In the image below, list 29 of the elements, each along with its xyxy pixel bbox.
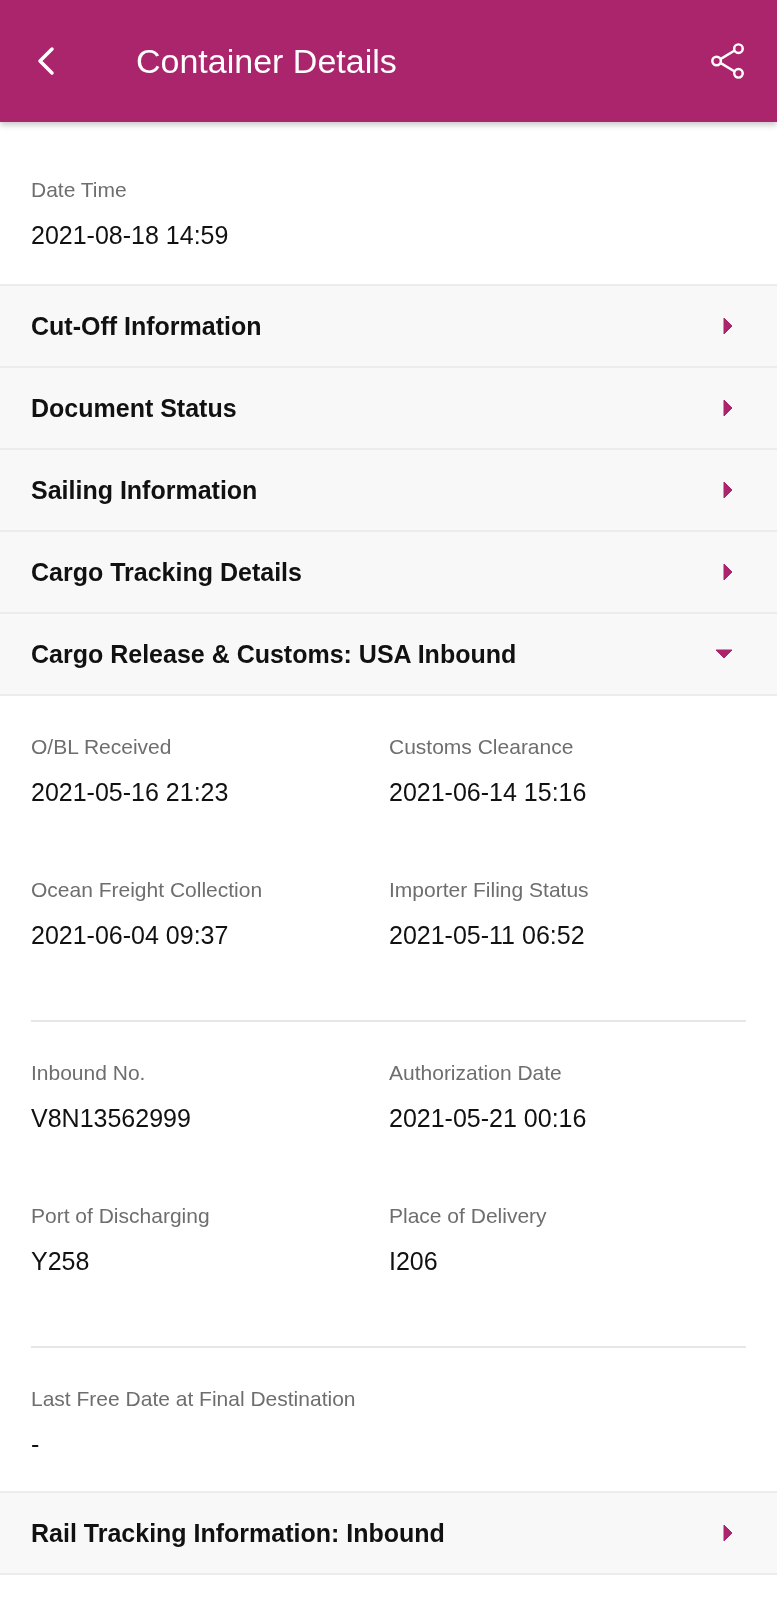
field-label: Port of Discharging — [31, 1203, 211, 1229]
section-header[interactable]: Cut-Off Information — [0, 286, 777, 368]
field-label: O/BL Received — [31, 734, 173, 760]
field-value: - — [31, 1429, 41, 1459]
section-header[interactable]: Cargo Release & Customs: USA Inbound — [0, 614, 777, 696]
field-value: Y258 — [31, 1246, 91, 1276]
field-value: 2021-06-04 09:37 — [31, 920, 230, 950]
section-header[interactable]: Sailing Information — [0, 450, 777, 532]
section-header[interactable]: Document Status — [0, 368, 777, 450]
field-value: 2021-08-18 14:59 — [31, 220, 230, 250]
field-label: Authorization Date — [389, 1060, 563, 1086]
field-value: I206 — [389, 1246, 439, 1276]
screen-title: Container Details — [136, 41, 398, 81]
share-icon[interactable] — [709, 42, 747, 80]
field-value: 2021-05-11 06:52 — [389, 920, 586, 950]
field-label: Ocean Freight Collection — [31, 877, 264, 903]
field-value: 2021-05-21 00:16 — [389, 1103, 588, 1133]
field-value: V8N13562999 — [31, 1103, 192, 1133]
field-label: Last Free Date at Final Destination — [31, 1386, 357, 1412]
field-label: Place of Delivery — [389, 1203, 548, 1229]
field-value: 2021-05-16 21:23 — [31, 777, 230, 807]
field-label: Customs Clearance — [389, 734, 575, 760]
field-label: Date Time — [31, 177, 128, 203]
section-header[interactable]: Cargo Tracking Details — [0, 532, 777, 614]
section-header[interactable]: Rail Tracking Information: Inbound — [0, 1491, 777, 1575]
field-value: 2021-06-14 15:16 — [389, 777, 588, 807]
field-label: Importer Filing Status — [389, 877, 590, 903]
back-icon[interactable] — [36, 46, 56, 76]
field-label: Inbound No. — [31, 1060, 147, 1086]
